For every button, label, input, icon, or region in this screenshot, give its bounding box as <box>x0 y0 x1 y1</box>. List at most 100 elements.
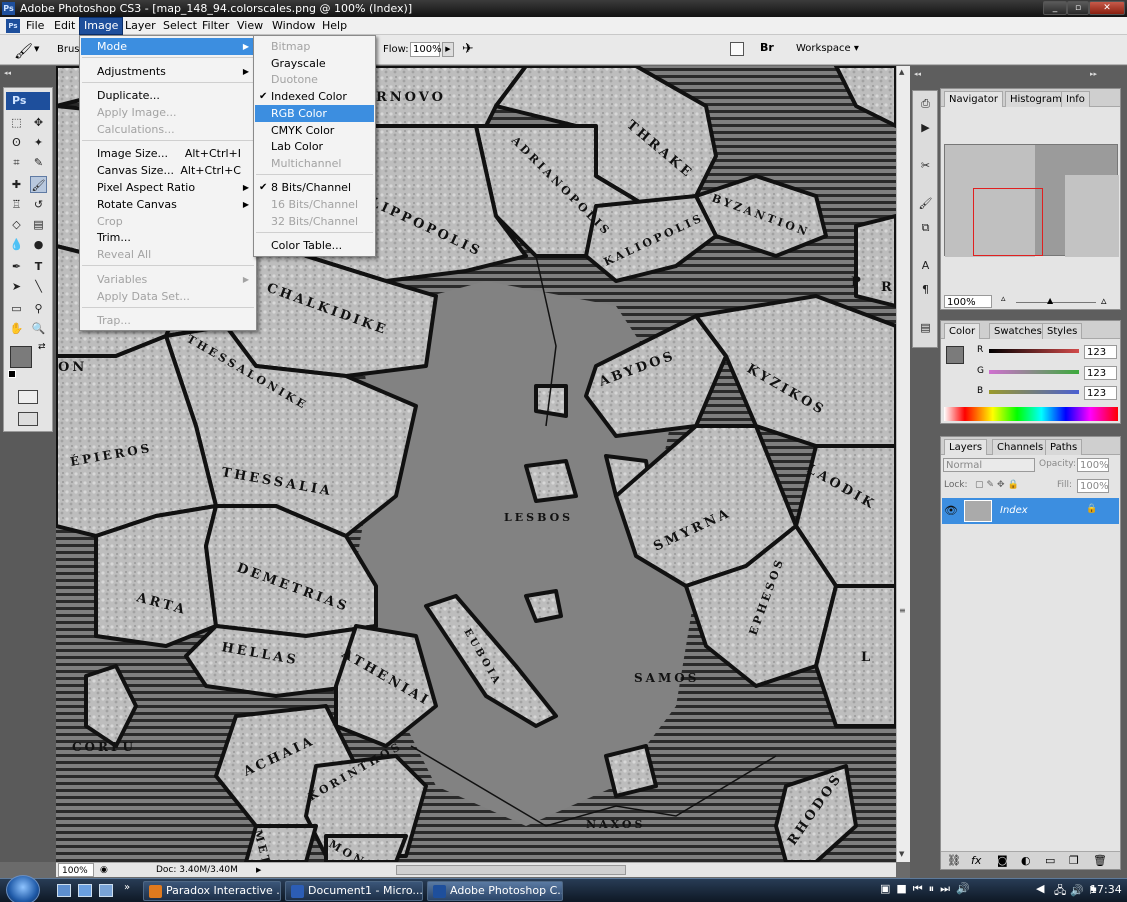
tab-info[interactable]: Info <box>1061 91 1090 107</box>
history-brush-tool-icon[interactable]: ↺ <box>30 196 47 213</box>
menu-item-pixel-aspect-ratio[interactable]: Pixel Aspect Ratio ▶ <box>81 179 255 196</box>
restore-button[interactable]: ▫ <box>1067 1 1089 15</box>
tool-preset-dropdown-icon[interactable]: ▼ <box>34 45 39 53</box>
taskbar-button-photoshop[interactable]: Adobe Photoshop C... <box>427 881 563 901</box>
tab-navigator[interactable]: Navigator <box>944 91 1003 107</box>
menu-select[interactable]: Select <box>159 18 201 34</box>
actions-panel-icon[interactable]: ▶ <box>917 119 934 136</box>
move-tool-icon[interactable]: ✥ <box>30 114 47 131</box>
menu-item-grayscale[interactable]: Grayscale <box>255 55 374 72</box>
flow-slider-arrow-icon[interactable]: ▶ <box>442 42 454 57</box>
layer-comps-icon[interactable]: ▤ <box>917 319 934 336</box>
menu-item-rgb-color[interactable]: RGB Color <box>255 105 374 122</box>
menu-window[interactable]: Window <box>268 18 319 34</box>
tool-presets-icon[interactable]: ✂ <box>917 157 934 174</box>
tab-color[interactable]: Color <box>944 323 981 339</box>
tab-layers[interactable]: Layers <box>944 439 988 455</box>
zoom-in-icon[interactable]: ▵ <box>1101 294 1107 307</box>
character-panel-icon[interactable]: A <box>917 257 934 274</box>
hand-tool-icon[interactable]: ✋ <box>8 320 25 337</box>
brush-tool-button-icon[interactable]: 🖌 <box>30 176 47 193</box>
eyedropper-tool-icon[interactable]: ⚲ <box>30 300 47 317</box>
tab-histogram[interactable]: Histogram <box>1005 91 1067 107</box>
dodge-tool-icon[interactable]: ● <box>30 236 47 253</box>
horizontal-scrollbar-thumb[interactable] <box>396 865 626 875</box>
fill-input[interactable]: 100% <box>1077 479 1109 493</box>
flow-input[interactable]: 100% <box>410 42 442 57</box>
switch-windows-icon[interactable] <box>78 884 92 897</box>
status-circle-icon[interactable]: ◉ <box>100 863 108 877</box>
menu-view[interactable]: View <box>233 18 267 34</box>
collapsed-dock-handle[interactable]: ◂◂ <box>914 70 921 78</box>
channel-b-slider[interactable] <box>989 390 1079 394</box>
blend-mode-select[interactable]: Normal <box>943 458 1035 472</box>
quick-mask-icon[interactable] <box>18 390 38 404</box>
magic-wand-tool-icon[interactable]: ✦ <box>30 134 47 151</box>
clock[interactable]: 17:34 <box>1090 883 1122 896</box>
tab-channels[interactable]: Channels <box>992 439 1049 455</box>
delete-layer-icon[interactable]: 🗑 <box>1093 854 1107 867</box>
media-player-controls-icon[interactable]: ▣■⏮⏸⏭🔊 <box>880 882 976 896</box>
brushes-panel-icon[interactable]: 🖌 <box>917 195 934 212</box>
history-panel-icon[interactable]: ⎙ <box>917 95 934 112</box>
layer-row-index[interactable]: 👁 Index 🔒 <box>942 498 1119 524</box>
layer-mask-icon[interactable]: ◙ <box>997 854 1008 867</box>
tab-styles[interactable]: Styles <box>1042 323 1083 339</box>
toolbox-collapse-handle[interactable]: ◂◂ <box>4 70 50 77</box>
zoom-slider-thumb-icon[interactable]: ▲ <box>1047 296 1053 305</box>
scroll-down-icon[interactable]: ▼ <box>899 850 904 858</box>
opacity-input[interactable]: 100% <box>1077 458 1109 472</box>
layer-style-icon[interactable]: fx <box>971 854 981 867</box>
zoom-out-icon[interactable]: ▵ <box>1001 294 1006 304</box>
taskbar-button-word[interactable]: Document1 - Micro... <box>285 881 423 901</box>
menu-edit[interactable]: Edit <box>50 18 79 34</box>
tab-paths[interactable]: Paths <box>1045 439 1083 455</box>
layer-visibility-eye-icon[interactable]: 👁 <box>944 504 958 517</box>
menu-item-rotate-canvas[interactable]: Rotate Canvas ▶ <box>81 196 255 213</box>
menu-item-image-size[interactable]: Image Size... Alt+Ctrl+I <box>81 145 255 162</box>
line-tool-icon[interactable]: ╲ <box>30 278 47 295</box>
zoom-field[interactable]: 100% <box>58 863 94 877</box>
show-desktop-icon[interactable] <box>57 884 71 897</box>
document-menu-icon[interactable]: Ps <box>6 19 20 33</box>
lasso-tool-icon[interactable]: ʘ <box>8 134 25 151</box>
screen-mode-icon[interactable] <box>18 412 38 426</box>
menu-item-cmyk-color[interactable]: CMYK Color <box>255 122 374 139</box>
adjustment-layer-icon[interactable]: ◐ <box>1021 854 1031 867</box>
notes-tool-icon[interactable]: ▭ <box>8 300 25 317</box>
tab-swatches[interactable]: Swatches <box>989 323 1047 339</box>
scroll-grip-icon[interactable]: ≡ <box>899 606 908 620</box>
bridge-icon[interactable]: Br <box>760 41 774 54</box>
healing-brush-tool-icon[interactable]: ✚ <box>8 176 25 193</box>
blur-tool-icon[interactable]: 💧 <box>8 236 25 253</box>
swap-colors-icon[interactable]: ⇄ <box>38 342 46 352</box>
taskbar-button-paradox[interactable]: Paradox Interactive ... <box>143 881 281 901</box>
menu-item-indexed-color[interactable]: ✔ Indexed Color <box>255 88 374 105</box>
crop-tool-icon[interactable]: ⌗ <box>8 154 25 171</box>
minimize-button[interactable]: _ <box>1043 1 1067 15</box>
palette-well-icon[interactable] <box>730 42 744 56</box>
channel-r-input[interactable]: 123 <box>1084 345 1117 359</box>
default-colors-icon[interactable] <box>8 370 16 378</box>
navigator-thumbnail[interactable] <box>944 144 1119 257</box>
status-menu-arrow-icon[interactable]: ▶ <box>256 863 261 877</box>
color-foreground-swatch[interactable] <box>946 346 964 364</box>
channel-r-slider[interactable] <box>989 349 1079 353</box>
path-selection-tool-icon[interactable]: ➤ <box>8 278 25 295</box>
brush-tool-icon[interactable]: 🖌 <box>14 42 33 60</box>
paragraph-panel-icon[interactable]: ¶ <box>917 281 934 298</box>
foreground-color-swatch[interactable] <box>10 346 32 368</box>
slice-tool-icon[interactable]: ✎ <box>30 154 47 171</box>
marquee-tool-icon[interactable]: ⬚ <box>8 114 25 131</box>
type-tool-icon[interactable]: T <box>30 258 47 275</box>
menu-help[interactable]: Help <box>318 18 351 34</box>
pen-tool-icon[interactable]: ✒ <box>8 258 25 275</box>
navigator-zoom-field[interactable]: 100% <box>944 295 992 308</box>
stamp-tool-icon[interactable]: ♖ <box>8 196 25 213</box>
menu-item-color-table[interactable]: Color Table... <box>255 237 374 254</box>
menu-filter[interactable]: Filter <box>198 18 233 34</box>
menu-item-duplicate[interactable]: Duplicate... <box>81 87 255 104</box>
menu-file[interactable]: File <box>22 18 48 34</box>
menu-item-trim[interactable]: Trim... <box>81 229 255 246</box>
quicklaunch-icon[interactable] <box>99 884 113 897</box>
